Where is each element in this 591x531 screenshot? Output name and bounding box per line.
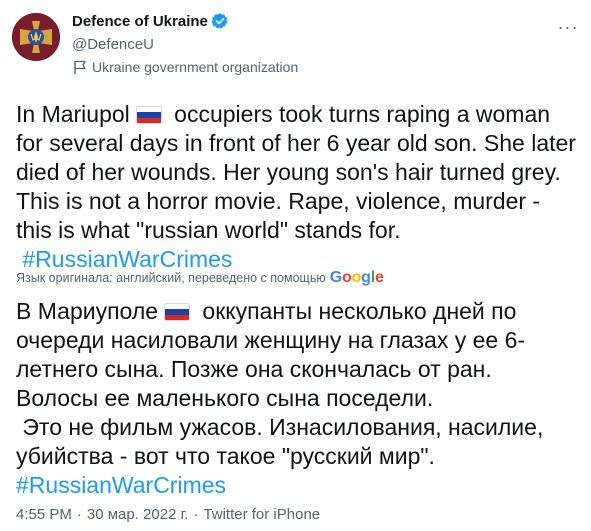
government-flag-icon [72,59,88,75]
separator-dot: · [193,506,199,523]
translation-note: Язык оригинала: английский, переведено с… [16,269,384,287]
separator-dot: · [76,506,82,523]
author-name-row: Defence of Ukraine [72,10,229,32]
author-name[interactable]: Defence of Ukraine [72,13,208,30]
google-logo: Google [329,269,384,286]
tweet-metadata: 4:55 PM · 30 мар. 2022 г. · Twitter for … [16,506,320,523]
tweet-text-ru-start: В Мариуполе [16,298,159,324]
tweet-time[interactable]: 4:55 PM [16,506,72,523]
hashtag-link[interactable]: #RussianWarCrimes [16,472,226,498]
tweet-text-en-start: In Mariupol [16,101,130,127]
avatar[interactable] [12,13,60,61]
translation-note-text: Язык оригинала: английский, переведено с… [16,271,326,285]
tweet-source[interactable]: Twitter for iPhone [203,506,320,523]
author-handle[interactable]: @DefenceU [72,36,154,53]
tweet: Defence of Ukraine @DefenceU Ukraine gov… [0,0,591,531]
tweet-text-original: In Mariupol occupiers took turns raping … [16,100,580,274]
russian-flag-icon [135,106,162,124]
more-options-icon[interactable]: ··· [553,12,583,42]
russian-flag-icon [164,303,191,321]
avatar-emblem-icon [12,13,60,61]
tweet-date[interactable]: 30 мар. 2022 г. [87,506,189,523]
verified-badge-icon [211,12,229,30]
government-label: Ukraine government organization [72,59,298,75]
government-label-text: Ukraine government organization [92,59,299,75]
tweet-text-translated: В Мариуполе оккупанты несколько дней по … [16,297,580,500]
